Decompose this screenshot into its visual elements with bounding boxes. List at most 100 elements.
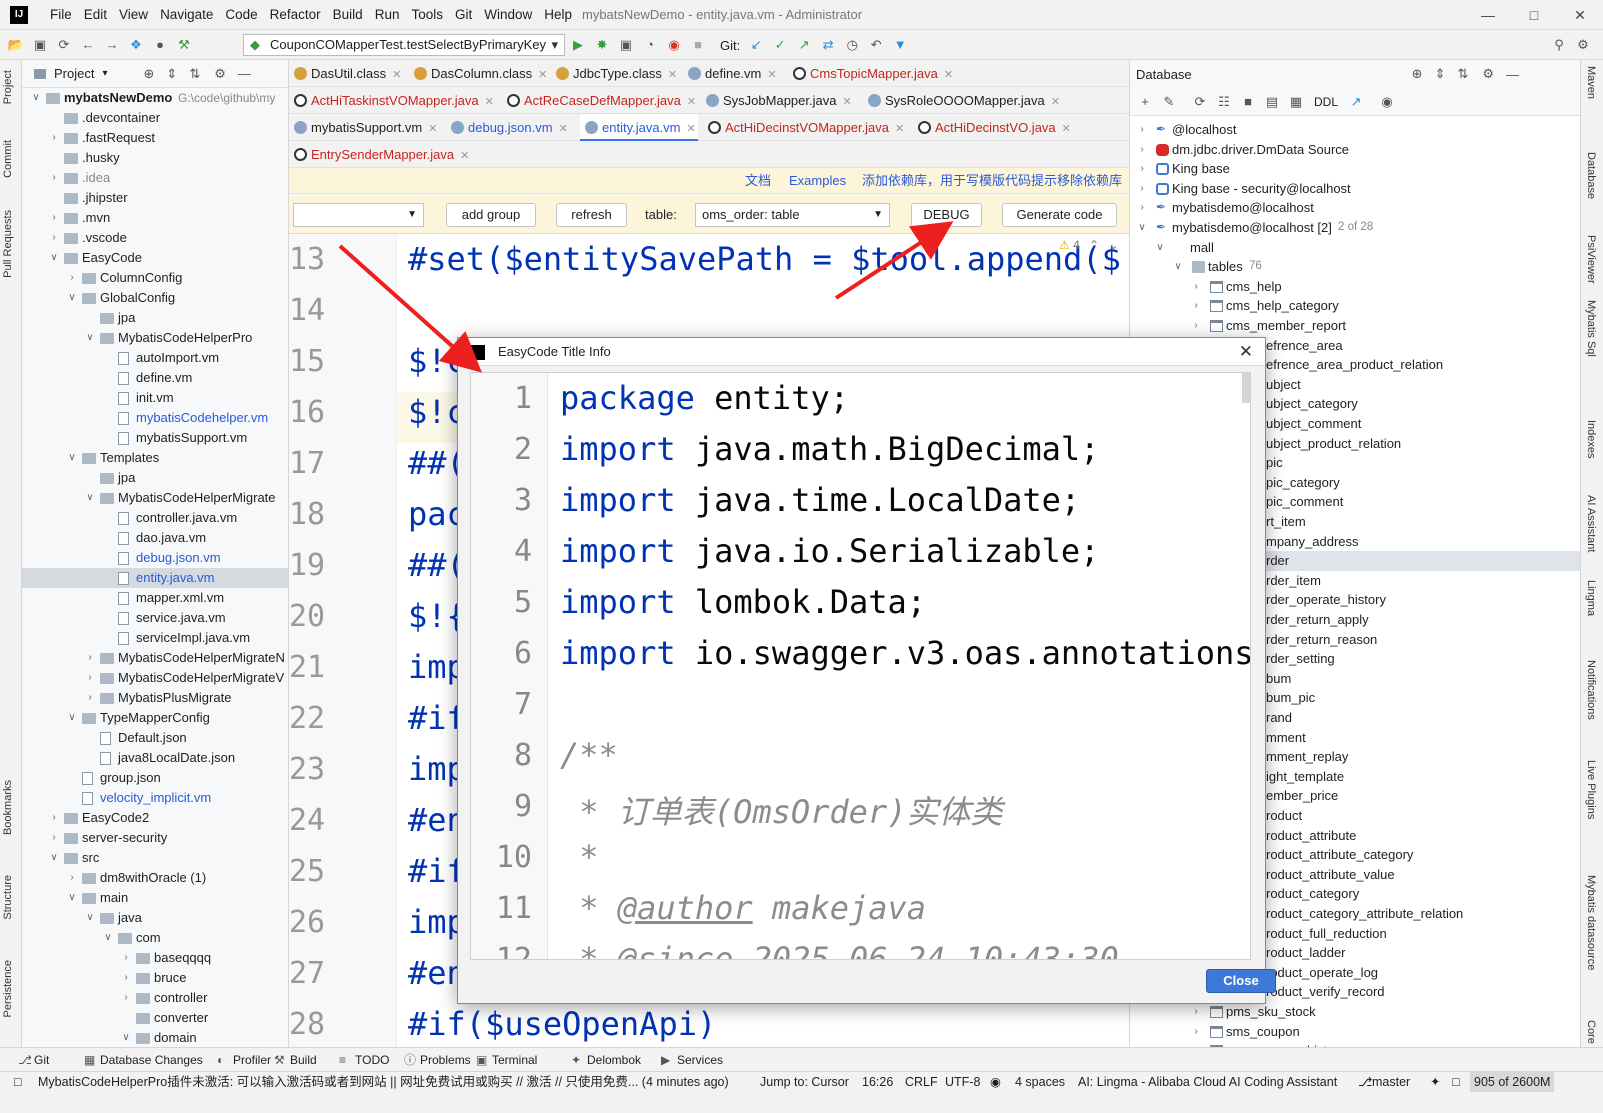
- hide-icon[interactable]: —: [238, 66, 251, 81]
- git-push-icon[interactable]: ↗: [793, 34, 815, 56]
- chevron-right-icon[interactable]: ›: [48, 808, 60, 828]
- examples-link[interactable]: Examples: [789, 168, 846, 194]
- editor-tab[interactable]: DasColumn.class ✕: [409, 60, 547, 87]
- project-tree-item[interactable]: serviceImpl.java.vm: [22, 628, 288, 648]
- editor-tab[interactable]: SysRoleOOOOMapper.java ✕: [863, 87, 1060, 114]
- project-tree-item[interactable]: › ColumnConfig: [22, 268, 288, 288]
- close-tab-icon[interactable]: ✕: [1051, 96, 1060, 108]
- close-tab-icon[interactable]: ✕: [1062, 123, 1071, 135]
- add-group-button[interactable]: add group: [446, 203, 536, 227]
- chevron-right-icon[interactable]: ›: [120, 988, 132, 1008]
- right-tool-live-plugins[interactable]: Live Plugins: [1585, 760, 1597, 819]
- debug-button[interactable]: DEBUG: [911, 203, 982, 227]
- editor-tab[interactable]: DasUtil.class ✕: [289, 60, 402, 87]
- bottom-tool-problems[interactable]: Problems: [420, 1048, 471, 1072]
- close-tab-icon[interactable]: ✕: [538, 69, 547, 81]
- expand-all-icon[interactable]: ⇕: [1435, 66, 1446, 82]
- editor-tab[interactable]: define.vm ✕: [683, 60, 779, 87]
- properties-icon[interactable]: ✎: [1158, 91, 1180, 113]
- project-tree-item[interactable]: › MybatisPlusMigrate: [22, 688, 288, 708]
- gear-icon[interactable]: ⚙: [1572, 34, 1594, 56]
- left-tool-project[interactable]: Project: [2, 70, 14, 104]
- project-tree-item[interactable]: entity.java.vm: [22, 568, 288, 588]
- close-tab-icon[interactable]: ✕: [767, 69, 776, 81]
- close-icon[interactable]: ✕: [1239, 338, 1253, 366]
- add-dependency-link[interactable]: 添加依赖库，用于写模版代码提示: [862, 168, 1057, 194]
- project-tree-item[interactable]: velocity_implicit.vm: [22, 788, 288, 808]
- editor-tab[interactable]: mybatisSupport.vm ✕: [289, 114, 439, 141]
- plugin-blue-icon[interactable]: ▼: [889, 34, 911, 56]
- close-button[interactable]: Close: [1206, 969, 1276, 993]
- close-tab-icon[interactable]: ✕: [687, 123, 696, 135]
- right-tool-core[interactable]: Core: [1585, 1020, 1597, 1044]
- left-tool-commit[interactable]: Commit: [2, 140, 14, 178]
- chevron-right-icon[interactable]: ›: [1136, 140, 1148, 160]
- editor-tab[interactable]: entity.java.vm ✕: [580, 114, 698, 141]
- collapse-all-icon[interactable]: ⇅: [189, 66, 200, 82]
- editor-tab[interactable]: ActHiDecinstVOMapper.java ✕: [703, 114, 908, 141]
- project-tree-item[interactable]: group.json: [22, 768, 288, 788]
- chevron-right-icon[interactable]: ›: [48, 828, 60, 848]
- project-tree-item[interactable]: › server-security: [22, 828, 288, 848]
- project-tree-item[interactable]: java8LocalDate.json: [22, 748, 288, 768]
- chevron-right-icon[interactable]: ›: [48, 128, 60, 148]
- menu-file[interactable]: File: [44, 0, 78, 30]
- right-tool-notifications[interactable]: Notifications: [1585, 660, 1597, 720]
- git-branch[interactable]: master: [1372, 1072, 1410, 1092]
- maximize-icon[interactable]: □: [1511, 0, 1557, 30]
- project-tree-item[interactable]: › controller: [22, 988, 288, 1008]
- editor-tab[interactable]: debug.json.vm ✕: [446, 114, 576, 141]
- project-tree-item[interactable]: ∨ MybatisCodeHelperMigrate: [22, 488, 288, 508]
- left-tool-persistence[interactable]: Persistence: [2, 960, 14, 1017]
- right-tool-database[interactable]: Database: [1585, 152, 1597, 199]
- chevron-down-icon[interactable]: ⌄: [1109, 238, 1119, 252]
- project-tree-item[interactable]: mybatisCodehelper.vm: [22, 408, 288, 428]
- chevron-right-icon[interactable]: ›: [1190, 1022, 1202, 1042]
- menu-help[interactable]: Help: [538, 0, 578, 30]
- chevron-down-icon[interactable]: ∨: [48, 248, 60, 268]
- project-tree-item[interactable]: ∨ MybatisCodeHelperPro: [22, 328, 288, 348]
- gear-icon[interactable]: ⚙: [214, 66, 226, 82]
- project-tree-item[interactable]: define.vm: [22, 368, 288, 388]
- close-icon[interactable]: ✕: [1557, 0, 1603, 30]
- project-tree-item[interactable]: Default.json: [22, 728, 288, 748]
- indent-setting[interactable]: 4 spaces: [1015, 1072, 1065, 1092]
- project-tree-item[interactable]: › MybatisCodeHelperMigrateN: [22, 648, 288, 668]
- database-tree-item[interactable]: ∨ tables 76: [1130, 257, 1580, 277]
- gear-icon[interactable]: ⚙: [1482, 66, 1494, 82]
- chevron-right-icon[interactable]: ›: [120, 968, 132, 988]
- chevron-down-icon[interactable]: ∨: [84, 908, 96, 928]
- chevron-down-icon[interactable]: ∨: [66, 448, 78, 468]
- table-view-icon[interactable]: ▦: [1285, 91, 1307, 113]
- chevron-down-icon[interactable]: ∨: [48, 848, 60, 868]
- close-tab-icon[interactable]: ✕: [895, 123, 904, 135]
- project-tree-item[interactable]: service.java.vm: [22, 608, 288, 628]
- forward-icon[interactable]: →: [101, 34, 123, 56]
- database-tree-item[interactable]: ∨ ✒ mybatisdemo@localhost [2] 2 of 28: [1130, 218, 1580, 238]
- project-tree-item[interactable]: .jhipster: [22, 188, 288, 208]
- chevron-down-icon[interactable]: ∨: [66, 288, 78, 308]
- chevron-right-icon[interactable]: ›: [120, 948, 132, 968]
- git-history-icon[interactable]: ◷: [841, 34, 863, 56]
- bottom-tool-git[interactable]: Git: [34, 1048, 49, 1072]
- status-message[interactable]: MybatisCodeHelperPro插件未激活: 可以输入激活码或者到网站 …: [38, 1072, 729, 1092]
- locate-icon[interactable]: ⊕: [1412, 66, 1423, 82]
- close-tab-icon[interactable]: ✕: [392, 69, 401, 81]
- user-icon[interactable]: ●: [149, 34, 171, 56]
- project-tree-item[interactable]: converter: [22, 1008, 288, 1028]
- editor-tab[interactable]: CmsTopicMapper.java ✕: [788, 60, 963, 87]
- project-tree-item[interactable]: jpa: [22, 468, 288, 488]
- project-tree-item[interactable]: ∨ TypeMapperConfig: [22, 708, 288, 728]
- line-separator[interactable]: CRLF: [905, 1072, 938, 1092]
- bottom-tool-database-changes[interactable]: Database Changes: [100, 1048, 203, 1072]
- ddl-button[interactable]: DDL: [1314, 95, 1338, 109]
- project-tree-item[interactable]: autoImport.vm: [22, 348, 288, 368]
- right-tool-psiviewer[interactable]: PsiViewer: [1585, 235, 1597, 284]
- project-tree-item[interactable]: › .mvn: [22, 208, 288, 228]
- editor-tab[interactable]: ActReCaseDefMapper.java ✕: [502, 87, 696, 114]
- chevron-right-icon[interactable]: ›: [1136, 120, 1148, 140]
- chevron-right-icon[interactable]: ›: [1190, 316, 1202, 336]
- bottom-tool-services[interactable]: Services: [677, 1048, 723, 1072]
- chevron-down-icon[interactable]: ∨: [84, 328, 96, 348]
- lingma-icon[interactable]: ✦: [1430, 1072, 1440, 1092]
